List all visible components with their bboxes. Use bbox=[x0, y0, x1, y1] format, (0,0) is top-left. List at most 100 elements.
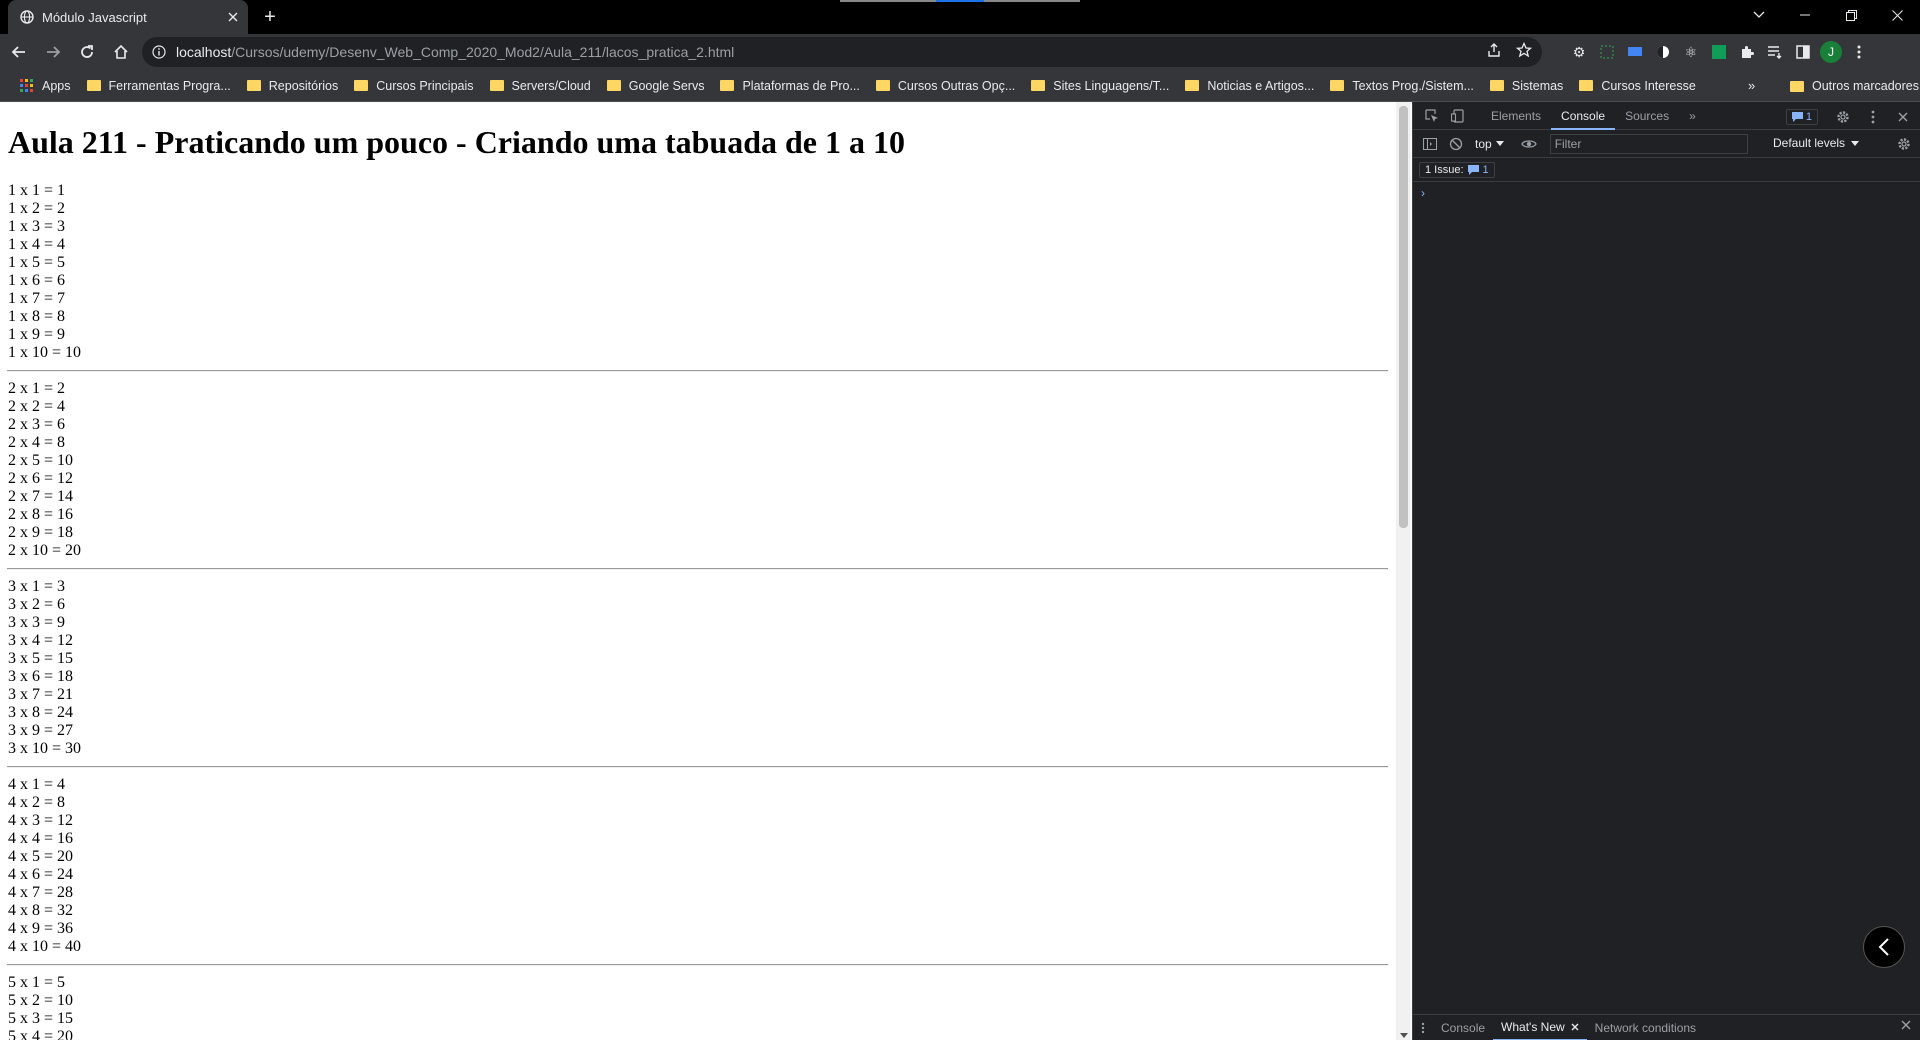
folder-icon bbox=[1330, 80, 1345, 91]
page-scrollbar[interactable] bbox=[1396, 102, 1411, 1040]
bookmark-label: Sistemas bbox=[1511, 78, 1564, 93]
table-line: 4 x 6 = 24 bbox=[8, 866, 74, 883]
issues-button[interactable]: 1 Issue: 1 bbox=[1419, 161, 1495, 178]
table-line: 5 x 1 = 5 bbox=[8, 974, 66, 991]
close-tab-icon[interactable] bbox=[228, 12, 238, 22]
new-tab-button[interactable]: + bbox=[258, 5, 282, 29]
reload-button[interactable] bbox=[72, 37, 102, 67]
table-line: 3 x 7 = 21 bbox=[8, 686, 74, 703]
bookmark-folder[interactable]: Cursos Interesse bbox=[1571, 73, 1703, 99]
bookmark-folder[interactable]: Plataformas de Pro... bbox=[712, 73, 867, 99]
console-prompt[interactable]: › bbox=[1421, 186, 1425, 200]
bookmark-folder[interactable]: Cursos Outras Opç... bbox=[868, 73, 1023, 99]
monitor-extension-icon[interactable] bbox=[1624, 41, 1646, 63]
back-button[interactable] bbox=[4, 37, 34, 67]
bookmark-apps[interactable]: Apps bbox=[12, 73, 79, 99]
devtools-close-icon[interactable] bbox=[1890, 104, 1916, 130]
context-selector[interactable]: top bbox=[1469, 137, 1510, 151]
share-icon[interactable] bbox=[1486, 42, 1502, 58]
profile-avatar[interactable]: J bbox=[1820, 41, 1842, 63]
scrollbar-thumb[interactable] bbox=[1399, 106, 1408, 528]
devtools-settings-icon[interactable] bbox=[1830, 104, 1856, 130]
extensions-area: ⚙ ⚛ J bbox=[1568, 37, 1870, 67]
forward-button[interactable] bbox=[38, 37, 68, 67]
table-line: 4 x 1 = 4 bbox=[8, 776, 66, 793]
folder-icon bbox=[1579, 80, 1594, 91]
caret-down-icon bbox=[1851, 140, 1860, 146]
folder-icon bbox=[1031, 80, 1046, 91]
bookmark-folder[interactable]: Sites Linguagens/T... bbox=[1023, 73, 1177, 99]
bookmark-label: Cursos Interesse bbox=[1601, 78, 1696, 93]
puzzle-icon[interactable] bbox=[1736, 41, 1758, 63]
floating-collapse-button[interactable] bbox=[1863, 926, 1905, 968]
devtools-messages-badge[interactable]: 1 bbox=[1785, 109, 1818, 125]
bookmark-folder[interactable]: Cursos Principais bbox=[346, 73, 481, 99]
close-window-icon[interactable] bbox=[1874, 0, 1920, 30]
browser-menu-icon[interactable] bbox=[1848, 41, 1870, 63]
drawer-tab-whats-new[interactable]: What's New bbox=[1493, 1015, 1587, 1040]
bookmark-folder[interactable]: Sistemas bbox=[1482, 73, 1571, 99]
minimize-icon[interactable] bbox=[1782, 0, 1828, 30]
table-line: 1 x 7 = 7 bbox=[8, 290, 66, 307]
apps-grid-icon bbox=[20, 78, 34, 93]
drawer-tab-console[interactable]: Console bbox=[1433, 1015, 1493, 1040]
tab-search-icon[interactable] bbox=[1736, 0, 1782, 30]
url-text: localhost/Cursos/udemy/Desenv_Web_Comp_2… bbox=[176, 44, 735, 60]
folder-icon bbox=[86, 80, 101, 91]
restore-icon[interactable] bbox=[1828, 0, 1874, 30]
console-sidebar-icon[interactable] bbox=[1417, 131, 1443, 157]
console-settings-icon[interactable] bbox=[1894, 134, 1914, 154]
devtools-menu-icon[interactable] bbox=[1860, 104, 1886, 130]
clear-console-icon[interactable] bbox=[1443, 131, 1469, 157]
table-line: 2 x 6 = 12 bbox=[8, 470, 74, 487]
bookmark-folder[interactable]: Noticias e Artigos... bbox=[1177, 73, 1322, 99]
drawer-close-icon[interactable] bbox=[1901, 1020, 1911, 1030]
bookmark-label: Noticias e Artigos... bbox=[1207, 78, 1315, 93]
devtools-tab-elements[interactable]: Elements bbox=[1481, 102, 1551, 130]
screenshot-extension-icon[interactable] bbox=[1596, 41, 1618, 63]
close-tab-icon[interactable] bbox=[1571, 1023, 1579, 1031]
inspect-element-icon[interactable] bbox=[1419, 103, 1445, 129]
drawer-tab-label: Network conditions bbox=[1594, 1020, 1697, 1035]
react-extension-icon[interactable]: ⚛ bbox=[1680, 41, 1702, 63]
bookmark-folder[interactable]: Servers/Cloud bbox=[482, 73, 599, 99]
browser-tab-active[interactable]: Módulo Javascript bbox=[8, 0, 248, 34]
live-expression-eye-icon[interactable] bbox=[1516, 131, 1542, 157]
home-button[interactable] bbox=[106, 37, 136, 67]
address-bar[interactable]: localhost/Cursos/udemy/Desenv_Web_Comp_2… bbox=[142, 37, 1542, 67]
gear-extension-icon[interactable]: ⚙ bbox=[1568, 41, 1590, 63]
table-line: 2 x 2 = 4 bbox=[8, 398, 66, 415]
page-title: Aula 211 - Praticando um pouco - Criando… bbox=[8, 124, 905, 160]
devtools-more-tabs-button[interactable]: » bbox=[1679, 102, 1706, 130]
table-line: 3 x 5 = 15 bbox=[8, 650, 74, 667]
side-panel-icon[interactable] bbox=[1792, 41, 1814, 63]
devtools-tab-sources[interactable]: Sources bbox=[1615, 102, 1679, 130]
log-levels-dropdown[interactable]: Default levels bbox=[1773, 136, 1860, 150]
bookmark-other-folder[interactable]: Outros marcadores bbox=[1782, 73, 1920, 99]
chevron-left-icon bbox=[1878, 938, 1889, 956]
bookmark-star-icon[interactable] bbox=[1516, 42, 1532, 58]
circle-extension-icon[interactable] bbox=[1652, 41, 1674, 63]
table-line: 3 x 6 = 18 bbox=[8, 668, 74, 685]
bookmark-folder[interactable]: Textos Prog./Sistem... bbox=[1322, 73, 1482, 99]
info-icon[interactable] bbox=[152, 45, 166, 59]
table-line: 2 x 4 = 8 bbox=[8, 434, 66, 451]
drawer-menu-icon[interactable] bbox=[1413, 1015, 1433, 1040]
folder-icon bbox=[354, 80, 369, 91]
console-filter-input[interactable] bbox=[1549, 133, 1748, 154]
bookmark-folder[interactable]: Repositórios bbox=[239, 73, 346, 99]
bookmark-folder[interactable]: Ferramentas Progra... bbox=[79, 73, 239, 99]
bookmarks-overflow-button[interactable]: » bbox=[1748, 78, 1755, 93]
bookmark-folder[interactable]: Google Servs bbox=[599, 73, 713, 99]
device-toolbar-icon[interactable] bbox=[1445, 103, 1471, 129]
drawer-tab-network-conditions[interactable]: Network conditions bbox=[1587, 1015, 1704, 1040]
folder-icon bbox=[720, 80, 735, 91]
home-icon bbox=[114, 44, 128, 59]
reading-list-icon[interactable] bbox=[1764, 41, 1786, 63]
devtools-tab-console[interactable]: Console bbox=[1551, 102, 1616, 130]
horizontal-rule bbox=[7, 964, 1388, 966]
scroll-down-arrow-icon[interactable] bbox=[1400, 1033, 1408, 1038]
green-square-extension-icon[interactable] bbox=[1708, 41, 1730, 63]
bookmark-label: Google Servs bbox=[628, 78, 705, 93]
console-output[interactable]: › bbox=[1413, 182, 1920, 1002]
